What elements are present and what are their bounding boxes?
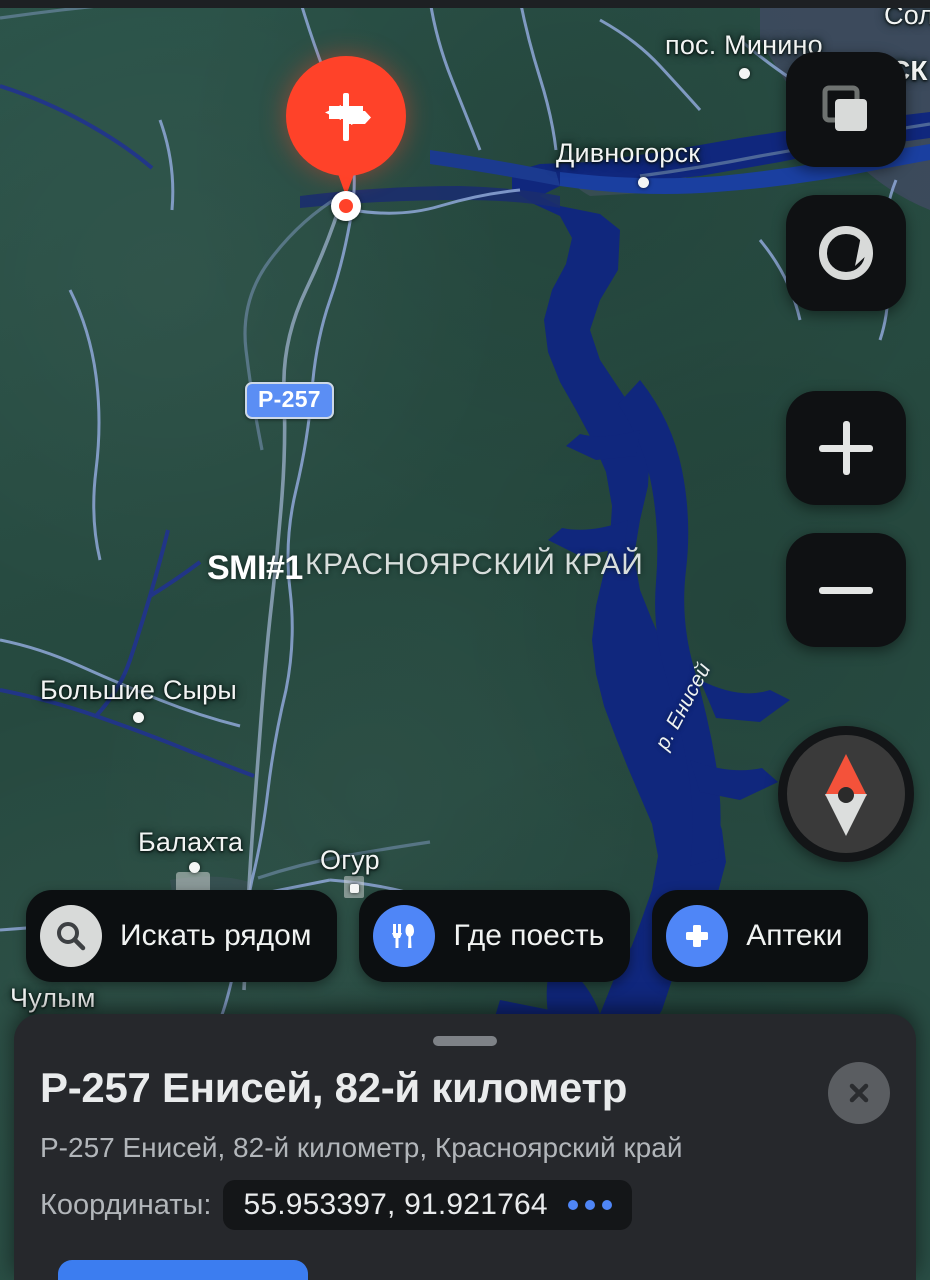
place-title: Р-257 Енисей, 82-й километр	[40, 1064, 628, 1111]
map-layers-button[interactable]	[786, 52, 906, 167]
quick-action-search-nearby[interactable]: Искать рядом	[26, 890, 338, 982]
quick-action-label: Где поесть	[453, 919, 605, 952]
search-icon	[57, 922, 86, 951]
coordinates-chip[interactable]: 55.953397, 91.921764	[223, 1180, 632, 1230]
map-ruler-button[interactable]	[786, 195, 906, 311]
close-sheet-button[interactable]	[828, 1062, 890, 1124]
signpost-icon	[325, 93, 371, 141]
quick-action-where-to-eat[interactable]: Где поесть	[359, 890, 631, 982]
restaurant-icon	[392, 924, 415, 948]
map-label-dot	[739, 68, 750, 79]
quick-action-label: Аптеки	[746, 919, 843, 952]
quick-action-label: Искать рядом	[120, 919, 312, 952]
map-label-dot	[133, 712, 144, 723]
zoom-out-button[interactable]	[786, 533, 906, 647]
compass-button[interactable]	[778, 726, 914, 862]
sheet-drag-handle[interactable]	[433, 1036, 497, 1046]
minus-icon	[819, 586, 873, 594]
pharmacy-cross-icon	[686, 925, 709, 947]
search-icon-circle	[40, 905, 102, 967]
pin-bulb	[286, 56, 406, 176]
map-screen: пос. Минино Дивногорск Солонцы СК Больши…	[0, 0, 930, 1280]
primary-action-button[interactable]	[58, 1260, 308, 1280]
coordinates-row: Координаты: 55.953397, 91.921764	[40, 1180, 632, 1230]
place-subtitle: Р-257 Енисей, 82-й километр, Красноярски…	[40, 1132, 683, 1163]
pharmacy-icon-circle	[666, 905, 729, 967]
coordinates-label: Координаты:	[40, 1188, 212, 1221]
ruler-loop-icon	[818, 225, 874, 281]
compass-icon	[825, 754, 867, 836]
place-details-sheet: Р-257 Енисей, 82-й километр Р-257 Енисей…	[14, 1014, 916, 1280]
close-icon	[849, 1083, 869, 1103]
map-label-dot	[189, 862, 200, 873]
pin-anchor-dot	[331, 191, 361, 221]
coordinates-value: 55.953397, 91.921764	[243, 1188, 548, 1221]
map-label-dot	[638, 177, 649, 188]
plus-icon-v	[843, 421, 850, 475]
road-shield-p257: Р-257	[245, 382, 334, 419]
quick-action-pharmacies[interactable]: Аптеки	[652, 890, 869, 982]
more-dots-icon[interactable]	[567, 1200, 612, 1210]
map-pin[interactable]	[286, 56, 406, 221]
layers-icon	[822, 85, 867, 131]
quick-actions-row[interactable]: Искать рядом Где поесть Аптеки	[26, 890, 869, 982]
restaurant-icon-circle	[373, 905, 436, 967]
status-bar-strip	[0, 0, 930, 8]
zoom-in-button[interactable]	[786, 391, 906, 505]
